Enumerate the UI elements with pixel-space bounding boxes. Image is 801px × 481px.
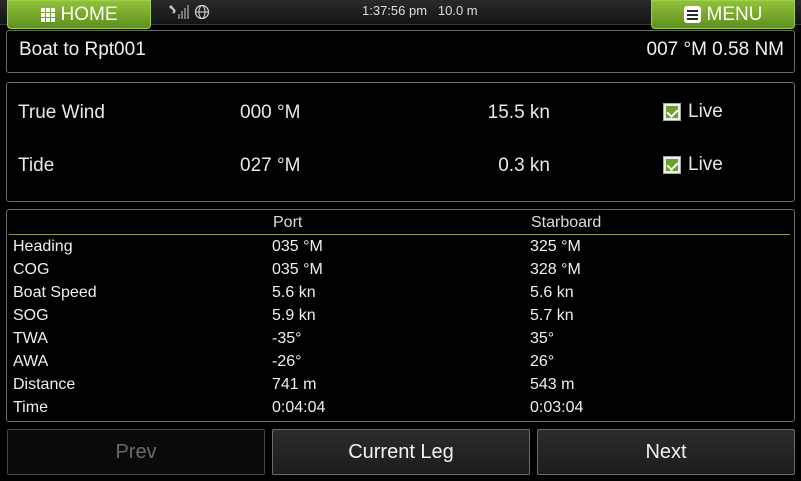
tide-live-label: Live [688,154,723,175]
port-value: 5.6 kn [272,284,316,301]
home-button[interactable]: HOME [7,0,151,29]
status-icons [168,3,210,21]
row-label: SOG [13,307,49,324]
tide-speed[interactable]: 0.3 kn [498,155,550,177]
row-label: AWA [13,353,49,370]
clock-time: 1:37:56 pm [362,3,428,18]
starboard-value: 5.7 kn [530,307,574,324]
row-label: Time [13,399,48,416]
prev-button[interactable]: Prev [7,429,265,475]
port-value: 035 °M [272,238,323,255]
port-value: 741 m [272,376,317,393]
table-row: COG 035 °M 328 °M [7,260,794,283]
status-readout: 1:37:56 pm 10.0 m [362,3,478,18]
starboard-value: 543 m [530,376,575,393]
true-wind-live-checkbox[interactable]: Live [663,101,723,123]
current-leg-button[interactable]: Current Leg [272,429,530,475]
checkbox-checked-icon [663,156,681,174]
grid-icon [40,7,55,22]
row-label: TWA [13,330,48,347]
starboard-value: 328 °M [530,261,581,278]
globe-icon [194,4,210,20]
port-value: 035 °M [272,261,323,278]
table-row: Distance 741 m 543 m [7,375,794,398]
destination-panel: Boat to Rpt001 007 °M 0.58 NM [6,30,795,73]
next-button[interactable]: Next [537,429,795,475]
home-label: HOME [60,3,118,25]
starboard-value: 5.6 kn [530,284,574,301]
table-row: Heading 035 °M 325 °M [7,237,794,260]
table-row: Boat Speed 5.6 kn 5.6 kn [7,283,794,306]
port-value: 0:04:04 [272,399,326,416]
true-wind-direction[interactable]: 000 °M [240,102,300,124]
tack-table-panel: Port Starboard Heading 035 °M 325 °M COG… [6,209,795,422]
true-wind-speed[interactable]: 15.5 kn [488,102,550,124]
menu-label: MENU [706,3,763,25]
starboard-value: 0:03:04 [530,399,584,416]
tide-row: Tide 027 °M 0.3 kn Live [7,151,794,181]
destination-value: 007 °M 0.58 NM [646,39,785,60]
starboard-header: Starboard [531,214,602,231]
menu-button[interactable]: MENU [651,0,795,29]
port-header: Port [273,214,303,231]
row-label: Distance [13,376,76,393]
tide-label: Tide [18,155,55,176]
depth-readout: 10.0 m [437,3,478,18]
table-row: SOG 5.9 kn 5.7 kn [7,306,794,329]
table-row: TWA -35° 35° [7,329,794,352]
table-row: AWA -26° 26° [7,352,794,375]
starboard-value: 325 °M [530,238,581,255]
row-label: COG [13,261,50,278]
starboard-value: 26° [530,353,555,370]
checkbox-checked-icon [663,103,681,121]
port-value: -35° [272,330,302,347]
starboard-value: 35° [530,330,555,347]
row-label: Heading [13,238,73,255]
menu-icon [683,6,701,23]
true-wind-label: True Wind [18,102,105,123]
port-value: 5.9 kn [272,307,316,324]
status-bar: HOME 1:37:56 pm 10.0 m MENU [0,0,801,29]
true-wind-row: True Wind 000 °M 15.5 kn Live [7,98,794,128]
satellite-signal-icon [169,5,189,19]
true-wind-live-label: Live [688,101,723,122]
port-value: -26° [272,353,302,370]
table-row: Time 0:04:04 0:03:04 [7,398,794,421]
tide-direction[interactable]: 027 °M [240,155,300,177]
table-header: Port Starboard [9,213,790,235]
destination-label: Boat to Rpt001 [19,39,146,60]
tide-live-checkbox[interactable]: Live [663,154,723,176]
environment-panel: True Wind 000 °M 15.5 kn Live Tide 027 °… [6,82,795,202]
row-label: Boat Speed [13,284,97,301]
